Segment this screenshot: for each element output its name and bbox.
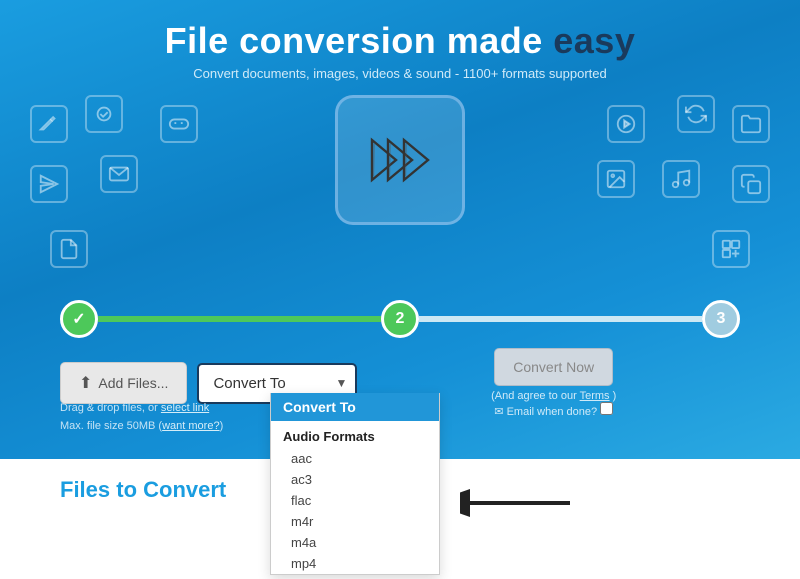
title-made: made (436, 20, 553, 61)
files-label-part1: Files to (60, 477, 143, 502)
add-files-label: Add Files... (98, 375, 168, 391)
step-3-label: 3 (717, 310, 726, 328)
dropdown-header: Convert To (271, 393, 439, 421)
arrow-svg (460, 478, 580, 528)
deco-icon-play (607, 105, 645, 143)
title-easy: easy (553, 20, 635, 61)
files-label-part2: Convert (143, 477, 226, 502)
step-1-circle: ✓ (60, 300, 98, 338)
deco-icon-send (30, 165, 68, 203)
dropdown-group-audio: Audio Formats (271, 421, 439, 448)
add-files-button[interactable]: ⬆ Add Files... (60, 362, 187, 404)
deco-icon-gamepad (160, 105, 198, 143)
dropdown-item-mp4[interactable]: mp4 (271, 553, 439, 574)
step-2-circle: 2 (381, 300, 419, 338)
email-label: Email when done? (507, 406, 601, 418)
select-link[interactable]: select link (161, 402, 209, 414)
step-1-label: ✓ (72, 309, 85, 329)
want-more-link[interactable]: want more? (162, 420, 219, 432)
deco-icon-circle (85, 95, 123, 133)
dropdown-item-ac3[interactable]: ac3 (271, 469, 439, 490)
agree-suffix: ) (613, 390, 617, 402)
helper-line2: Max. file size 50MB ( (60, 420, 162, 432)
dropdown-item-flac[interactable]: flac (271, 490, 439, 511)
deco-icon-transfer (712, 230, 750, 268)
deco-icon-refresh (677, 95, 715, 133)
center-logo-box (335, 95, 465, 225)
steps-bar: ✓ 2 3 (60, 294, 740, 344)
step-2-label: 2 (396, 310, 405, 328)
step-line-1 (98, 316, 381, 322)
agree-prefix: (And agree to our (491, 390, 577, 402)
email-checkbox[interactable] (600, 402, 613, 415)
deco-icon-pencil (30, 105, 68, 143)
deco-icon-image (597, 160, 635, 198)
agree-text: (And agree to our Terms ) (491, 390, 616, 402)
main-title: File conversion made easy (0, 20, 800, 62)
deco-icon-doc (50, 230, 88, 268)
header-area: File conversion made easy Convert docume… (0, 20, 800, 81)
step-line-2 (419, 316, 702, 322)
deco-icon-music (662, 160, 700, 198)
dropdown-item-aac[interactable]: aac (271, 448, 439, 469)
deco-icon-copy (732, 165, 770, 203)
helper-line1: Drag & drop files, or (60, 402, 158, 414)
step-3-circle: 3 (702, 300, 740, 338)
helper-close: ) (220, 420, 224, 432)
upload-icon: ⬆ (79, 373, 92, 393)
dropdown-item-m4a[interactable]: m4a (271, 532, 439, 553)
terms-link[interactable]: Terms (580, 390, 610, 402)
logo-arrows (360, 130, 440, 190)
email-icon: ✉ (494, 406, 503, 418)
dropdown-panel: Convert To Audio Formats aac ac3 flac m4… (270, 393, 440, 575)
helper-text: Drag & drop files, or select link Max. f… (60, 400, 223, 435)
arrow-annotation (460, 478, 580, 533)
title-file: File (165, 20, 240, 61)
convert-now-button[interactable]: Convert Now (494, 348, 613, 386)
deco-icon-folder (732, 105, 770, 143)
title-conversion: conversion (239, 20, 436, 61)
deco-icon-mail (100, 155, 138, 193)
header-subtitle: Convert documents, images, videos & soun… (0, 66, 800, 81)
email-when-done: ✉ Email when done? (494, 402, 613, 418)
dropdown-item-m4r[interactable]: m4r (271, 511, 439, 532)
